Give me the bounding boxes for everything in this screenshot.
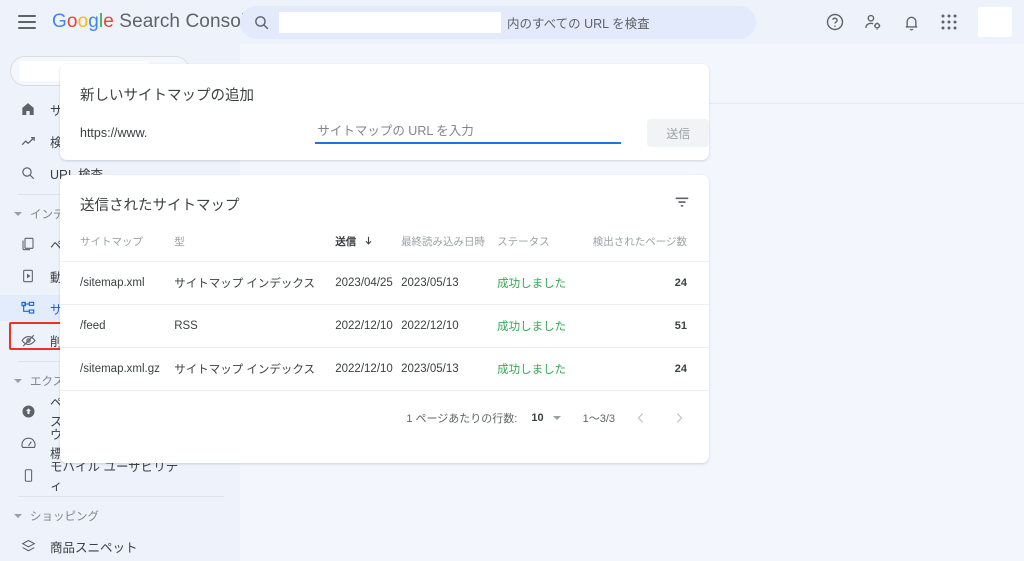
- cell-pages: 51: [575, 304, 709, 348]
- sidebar-item-product-snippets[interactable]: 商品スニペット: [0, 533, 186, 559]
- chevron-down-icon: [14, 212, 22, 216]
- help-circle-icon[interactable]: [824, 11, 846, 33]
- sidebar-divider: [18, 496, 224, 497]
- cell-pages: 24: [575, 261, 709, 305]
- brand-title: Google Search Console: [52, 11, 256, 32]
- column-header-submitted-label: 送信: [335, 236, 357, 248]
- search-property-redaction: [279, 12, 501, 33]
- cell-type: サイトマップ インデックス: [174, 261, 336, 305]
- next-page-button[interactable]: [667, 406, 691, 430]
- column-header-submitted[interactable]: 送信: [335, 228, 401, 262]
- pagination-range: 1〜3/3: [582, 412, 615, 425]
- global-search-bar[interactable]: 内のすべての URL を検査: [240, 6, 756, 39]
- cell-sitemap: /sitemap.xml: [60, 261, 175, 305]
- table-row[interactable]: /sitemap.xml サイトマップ インデックス 2023/04/25 20…: [60, 261, 709, 305]
- bell-icon[interactable]: [900, 11, 922, 33]
- previous-page-button[interactable]: [629, 406, 653, 430]
- cell-pages: 24: [575, 347, 709, 390]
- sort-descending-icon: [363, 235, 374, 249]
- rows-per-page-label: 1 ページあたりの行数:: [406, 412, 518, 425]
- sidebar-item-mobile-usability[interactable]: モバイル ユーザビリティ: [0, 460, 186, 493]
- top-bar-actions: [824, 0, 1012, 44]
- avatar[interactable]: [978, 7, 1012, 37]
- add-sitemap-title: 新しいサイトマップの追加: [80, 88, 254, 104]
- cell-status: 成功しました: [497, 304, 576, 348]
- table-row[interactable]: /feed RSS 2022/12/10 2022/12/10 成功しました 5…: [60, 304, 709, 348]
- add-sitemap-row: https://www. 送信: [60, 105, 709, 147]
- mobile-icon: [18, 465, 38, 485]
- video-page-icon: [18, 266, 38, 286]
- search-icon: [18, 163, 38, 183]
- pages-icon: [18, 234, 38, 254]
- sidebar-item-label: 商品スニペット: [50, 540, 138, 555]
- cell-submitted: 2022/12/10: [335, 304, 402, 348]
- column-header-type[interactable]: 型: [174, 228, 335, 262]
- product-name: Search Console: [119, 11, 256, 32]
- cell-submitted: 2022/12/10: [335, 347, 402, 390]
- cell-last-read: 2023/05/13: [401, 261, 498, 305]
- sitemaps-table: サイトマップ 型 送信 最終読み込み日時 ステータス 検出されたページ数 /si…: [60, 228, 709, 390]
- table-pagination: 1 ページあたりの行数: 10 1〜3/3: [60, 390, 709, 432]
- search-input-hint: 内のすべての URL を検査: [507, 17, 650, 31]
- sitemap-icon: [18, 298, 38, 318]
- rows-per-page-select[interactable]: 10: [531, 411, 561, 424]
- hamburger-menu-icon[interactable]: [18, 15, 36, 29]
- cell-last-read: 2023/05/13: [401, 347, 498, 390]
- add-sitemap-card: 新しいサイトマップの追加 https://www. 送信: [60, 64, 709, 160]
- filter-icon[interactable]: [673, 193, 691, 216]
- cell-last-read: 2022/12/10: [401, 304, 498, 348]
- column-header-sitemap[interactable]: サイトマップ: [60, 228, 174, 262]
- apps-grid-icon[interactable]: [938, 11, 960, 33]
- top-app-bar: Google Search Console 内のすべての URL を検査: [0, 0, 1024, 44]
- submit-button[interactable]: 送信: [647, 119, 709, 147]
- page-experience-icon: [18, 401, 38, 421]
- cell-status: 成功しました: [497, 261, 576, 305]
- trending-up-icon: [18, 131, 38, 151]
- cell-sitemap: /feed: [60, 304, 175, 348]
- submitted-sitemaps-title: 送信されたサイトマップ: [80, 198, 240, 214]
- column-header-status[interactable]: ステータス: [497, 228, 576, 262]
- layers-icon: [18, 536, 38, 556]
- chevron-down-icon: [14, 514, 22, 518]
- search-icon: [253, 14, 270, 31]
- person-gear-icon[interactable]: [862, 11, 884, 33]
- rows-per-page-value: 10: [531, 411, 544, 424]
- table-row[interactable]: /sitemap.xml.gz サイトマップ インデックス 2022/12/10…: [60, 347, 709, 390]
- eye-off-icon: [18, 330, 38, 350]
- cell-type: サイトマップ インデックス: [174, 347, 336, 390]
- home-icon: [18, 99, 38, 119]
- domain-redaction: [147, 126, 316, 140]
- cell-sitemap: /sitemap.xml.gz: [60, 347, 175, 390]
- column-header-last-read[interactable]: 最終読み込み日時: [401, 228, 497, 262]
- speedometer-icon: [18, 433, 38, 453]
- cell-submitted: 2023/04/25: [335, 261, 402, 305]
- sidebar-section-label: ショッピング: [30, 511, 99, 523]
- url-prefix-label: https://www.: [80, 126, 148, 140]
- table-header-row: サイトマップ 型 送信 最終読み込み日時 ステータス 検出されたページ数: [60, 228, 709, 262]
- cell-status: 成功しました: [497, 347, 576, 390]
- sitemap-url-input[interactable]: [315, 122, 622, 144]
- sidebar-section-shopping[interactable]: ショッピング: [0, 505, 240, 527]
- column-header-discovered-pages[interactable]: 検出されたページ数: [576, 228, 709, 262]
- submitted-sitemaps-header: 送信されたサイトマップ: [60, 175, 709, 216]
- chevron-down-icon: [14, 379, 22, 383]
- cell-type: RSS: [174, 304, 336, 348]
- chevron-down-icon: [552, 415, 561, 420]
- submitted-sitemaps-card: 送信されたサイトマップ サイトマップ 型 送信 最終読み込み日時 ステータス 検…: [60, 175, 709, 463]
